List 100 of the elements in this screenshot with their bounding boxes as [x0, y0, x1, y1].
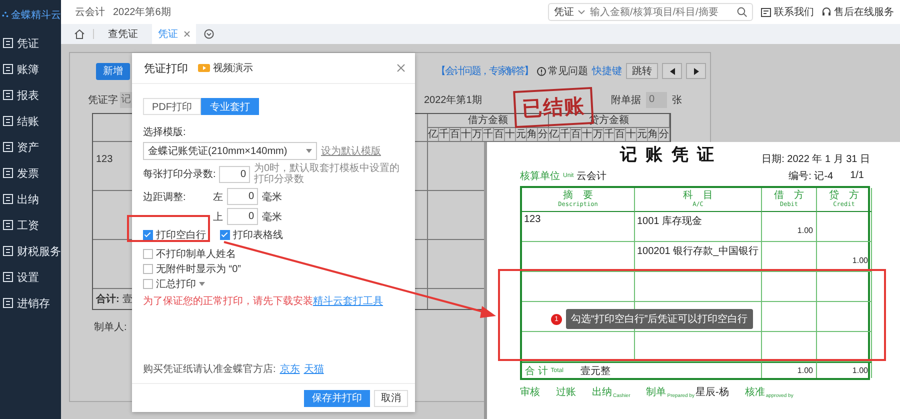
sidebar-item[interactable]: 设置 — [0, 264, 61, 290]
signer-name: 星辰-杨 — [695, 386, 729, 399]
entries-label: 每张打印分录数: — [143, 168, 215, 181]
voucher-number: 编号: 记-4 — [788, 170, 834, 182]
list-icon — [3, 64, 13, 74]
digit-header: 亿 — [549, 128, 560, 141]
checkbox[interactable] — [143, 264, 153, 274]
margin-label: 边距调整: — [143, 190, 187, 204]
list-icon — [3, 246, 13, 256]
headset-icon — [822, 7, 831, 17]
previous-button[interactable] — [662, 63, 682, 79]
checkbox[interactable] — [143, 230, 153, 240]
faq-link[interactable]: 常见问题 — [537, 64, 588, 78]
triangle-right-icon — [694, 68, 698, 74]
option-label: 无附件时显示为 “0” — [156, 262, 241, 276]
signature-label: 制单 — [646, 386, 666, 399]
sidebar-item[interactable]: 资产 — [0, 134, 61, 160]
download-link[interactable]: 精斗云套打工具 — [313, 296, 383, 307]
checkbox[interactable] — [220, 230, 230, 240]
sidebar-item[interactable]: 结账 — [0, 108, 61, 134]
table-cell — [762, 242, 817, 272]
list-icon — [3, 298, 13, 308]
header-link[interactable]: 售后在线服务 — [822, 5, 894, 19]
list-icon — [3, 38, 13, 48]
shop-link[interactable]: 天猫 — [304, 362, 324, 376]
margin-field[interactable]: 0 — [227, 188, 258, 205]
page-number: 1/1 — [850, 170, 864, 181]
jump-button[interactable]: 跳转 — [626, 63, 658, 79]
checkbox[interactable] — [143, 248, 153, 258]
video-demo-link[interactable]: 视频演示 — [198, 61, 253, 75]
margin-field[interactable]: 0 — [227, 208, 258, 225]
new-button[interactable]: 新增 — [96, 62, 130, 80]
sidebar-item[interactable]: 账簿 — [0, 56, 61, 82]
card-icon — [761, 8, 771, 16]
shop-link[interactable]: 京东 — [280, 362, 300, 376]
home-icon — [74, 29, 85, 39]
digit-header: 百 — [615, 128, 626, 141]
table-cell: 1.00 — [762, 362, 817, 378]
table-cell — [817, 332, 872, 362]
sidebar-item[interactable]: 工资 — [0, 212, 61, 238]
template-select[interactable]: 金蝶记账凭证(210mm×140mm) — [143, 142, 317, 160]
digit-header: 千 — [560, 128, 571, 141]
cancel-button[interactable]: 取消 — [374, 390, 408, 406]
period-label: 2022年第1期 — [424, 94, 482, 107]
voucher-word-label: 凭证字 — [88, 94, 118, 107]
table-cell: 123 — [522, 212, 635, 242]
list-icon — [3, 168, 13, 178]
unit-name: 云会计 — [576, 170, 607, 182]
sidebar-item[interactable]: 凭证 — [0, 30, 61, 56]
column-header: 借 方 — [774, 190, 804, 201]
sidebar-item[interactable]: 财税服务 — [0, 238, 61, 264]
sidebar-item[interactable]: 进销存 — [0, 290, 61, 316]
set-default-link[interactable]: 设为默认模版 — [321, 144, 381, 158]
option-label: 打印表格线 — [233, 228, 283, 242]
template-label: 选择模版: — [143, 126, 187, 139]
digit-header: 百 — [450, 128, 461, 141]
digit-header: 十 — [626, 128, 637, 141]
digit-header: 百 — [571, 128, 582, 141]
header-link[interactable]: 联系我们 — [761, 5, 814, 19]
total-amount-words: 壹 — [122, 292, 132, 306]
signature-label: 审核 — [520, 386, 540, 399]
list-icon — [3, 142, 13, 152]
digit-header: 万 — [472, 128, 483, 141]
digit-header: 万 — [593, 128, 604, 141]
sidebar-item[interactable]: 出纳 — [0, 186, 61, 212]
table-cell — [762, 332, 817, 362]
voucher-title: 记 账 凭 证 — [620, 144, 716, 166]
digit-header: 分 — [659, 128, 670, 141]
tab[interactable]: 查凭证 — [102, 24, 144, 44]
video-icon — [198, 64, 210, 72]
table-cell — [817, 302, 872, 332]
list-icon — [3, 194, 13, 204]
next-button[interactable] — [686, 63, 706, 79]
sidebar-item[interactable]: 发票 — [0, 160, 61, 186]
sidebar-item[interactable]: 报表 — [0, 82, 61, 108]
scope-select[interactable]: 凭证 — [554, 5, 585, 19]
digit-header: 千 — [439, 128, 450, 141]
column-header: 科 目 — [683, 190, 713, 201]
table-cell: 1.00 — [762, 212, 817, 242]
mode-tab[interactable]: PDF打印 — [143, 98, 201, 115]
checkbox[interactable] — [143, 278, 153, 288]
table-cell — [762, 272, 817, 302]
table-cell — [762, 302, 817, 332]
digit-header: 元 — [637, 128, 648, 141]
close-icon[interactable] — [397, 64, 405, 72]
entries-field[interactable]: 0 — [219, 166, 250, 182]
side-label: 左 — [213, 190, 223, 204]
unit-label: 毫米 — [262, 190, 282, 204]
list-icon — [3, 220, 13, 230]
signature-label: 出纳 — [592, 386, 612, 399]
digit-header: 十 — [461, 128, 472, 141]
shop-note: 购买凭证纸请认准金蝶官方店: — [143, 362, 276, 376]
more-tabs-icon — [204, 29, 214, 39]
table-cell: 1001 库存现金 — [635, 212, 762, 242]
table-cell: 1.00 — [817, 242, 872, 272]
app-title: 云会计 — [75, 6, 105, 19]
warning-text: 为了保证您的正常打印，请先下载安装精斗云套打工具 — [143, 296, 383, 307]
tooltip: 勾选“打印空白行”后凭证可以打印空白行 — [566, 309, 753, 329]
signature-label: 核准 — [744, 386, 765, 399]
total-amount-words: 壹元整 — [580, 364, 610, 378]
